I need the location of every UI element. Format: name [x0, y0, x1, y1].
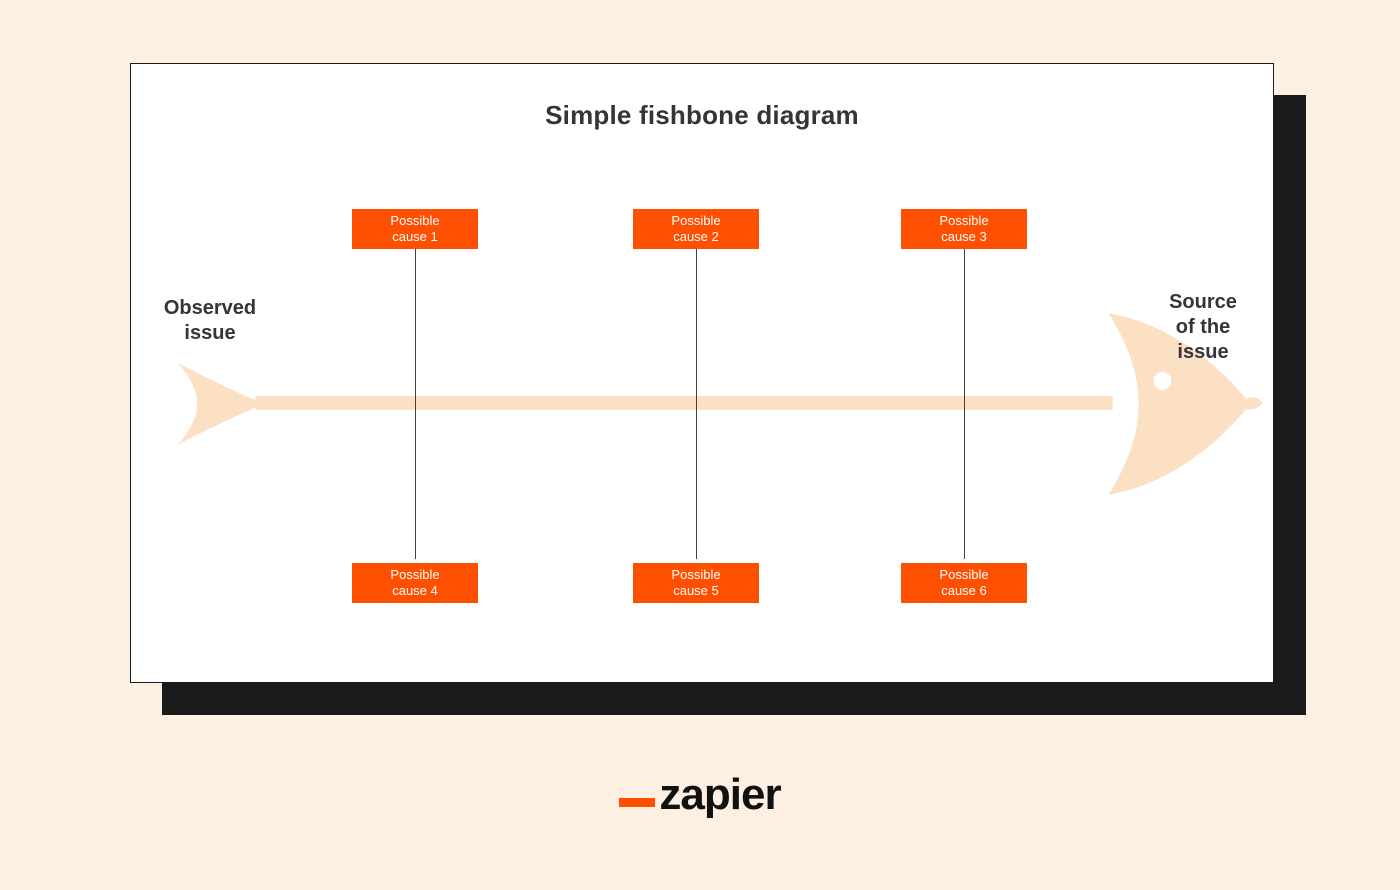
cause-box: Possible cause 6 [901, 563, 1027, 603]
cause-box: Possible cause 5 [633, 563, 759, 603]
brand-wordmark: zapier [659, 770, 780, 820]
fishbone-branch-line [964, 249, 965, 559]
fishbone-branch-line [696, 249, 697, 559]
logo-underscore-icon [619, 798, 655, 807]
observed-issue-label: Observed issue [145, 296, 275, 346]
cause-box: Possible cause 1 [352, 209, 478, 249]
cause-box: Possible cause 3 [901, 209, 1027, 249]
diagram-stage: Simple fishbone diagram Observed issue S… [0, 0, 1400, 890]
fishbone-branch-line [415, 249, 416, 559]
cause-box: Possible cause 2 [633, 209, 759, 249]
brand-logo: zapier [0, 770, 1400, 820]
diagram-card: Simple fishbone diagram Observed issue S… [130, 63, 1274, 683]
source-of-issue-label: Source of the issue [1143, 290, 1263, 365]
cause-box: Possible cause 4 [352, 563, 478, 603]
